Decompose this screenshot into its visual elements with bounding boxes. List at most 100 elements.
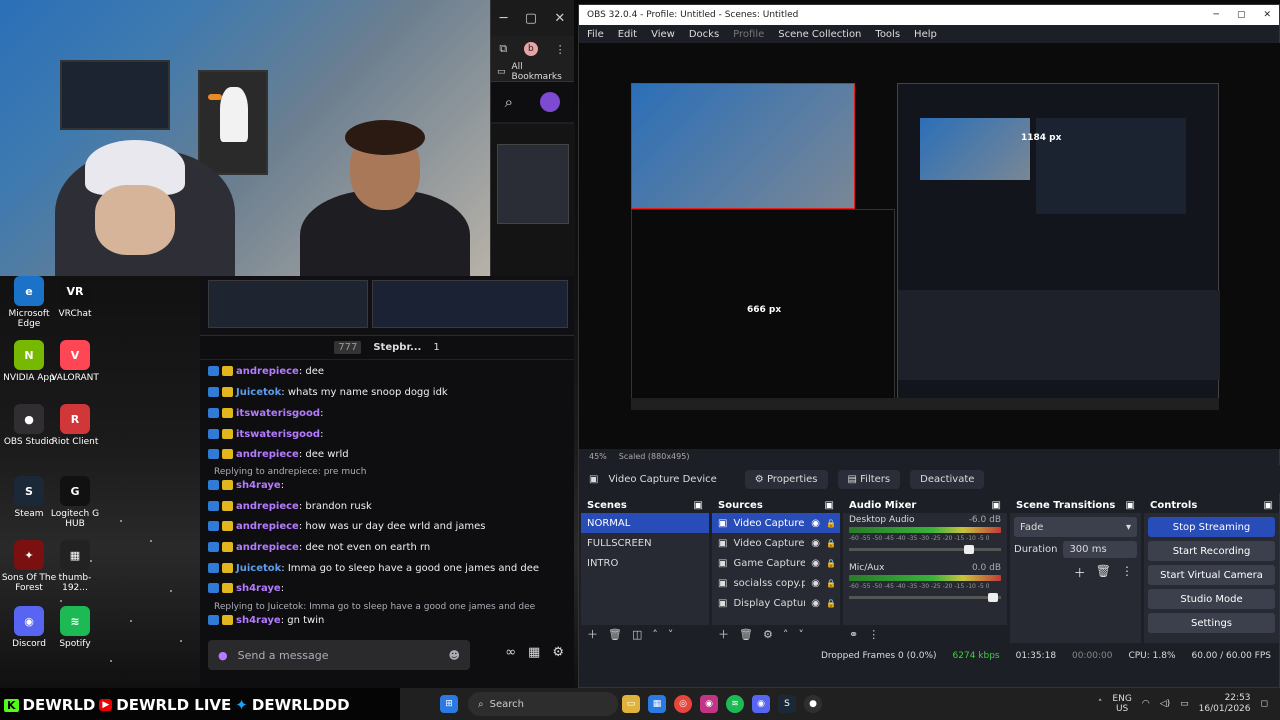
dock-menu-icon[interactable]: ▣ [992,500,1001,511]
start-icon[interactable]: ⊞ [440,695,458,713]
source-item[interactable]: ▣ Video Capture De ◉ 🔒 [712,533,840,553]
chat-username[interactable]: itswaterisgood [236,429,320,440]
chat-username[interactable]: andrepiece [236,449,299,460]
settings-icon[interactable]: ⚙ [552,645,564,660]
extensions-icon[interactable]: ⧉ [499,42,507,56]
all-bookmarks-link[interactable]: All Bookmarks [512,62,574,82]
add-icon[interactable]: ＋ [1074,564,1086,581]
bits-icon[interactable]: ∞ [505,645,516,660]
chat-username[interactable]: andrepiece [236,521,299,532]
dock-menu-icon[interactable]: ▣ [694,500,703,511]
deactivate-button[interactable]: Deactivate [910,469,985,489]
chat-username[interactable]: Juicetok [236,387,281,398]
menu-item[interactable]: Docks [689,29,719,40]
start-recording-button[interactable]: Start Recording [1148,541,1275,561]
discord-icon[interactable]: ◉ [752,695,770,713]
chat-username[interactable]: andrepiece [236,542,299,553]
twitch-profile-icon[interactable] [540,92,561,112]
desktop-icon[interactable]: V VALORANT [46,340,104,383]
steam-icon[interactable]: S [778,695,796,713]
studio-mode-button[interactable]: Studio Mode [1148,589,1275,609]
desktop-icon[interactable]: R Riot Client [46,404,104,447]
scene-item[interactable]: INTRO [581,553,709,573]
lock-icon[interactable]: 🔒 [826,559,836,568]
minimize-icon[interactable]: ─ [500,11,508,26]
lock-icon[interactable]: 🔒 [826,599,836,608]
settings-button[interactable]: Settings [1148,613,1275,633]
mic-icon[interactable]: ● [218,649,228,662]
explorer-icon[interactable]: ▭ [622,695,640,713]
transition-select[interactable]: Fade ▾ [1014,517,1137,537]
store-icon[interactable]: ▦ [528,645,540,660]
volume-slider[interactable] [849,545,1001,554]
scene-item[interactable]: FULLSCREEN [581,533,709,553]
slider-knob[interactable] [987,593,998,602]
profile-avatar[interactable]: b [523,42,538,56]
dock-menu-icon[interactable]: ▣ [1264,500,1273,511]
chat-username[interactable]: sh4raye [236,480,281,491]
notification-icon[interactable]: ◻ [1261,699,1268,709]
menu-item[interactable]: File [587,29,604,40]
lock-icon[interactable]: 🔒 [826,519,836,528]
volume-slider[interactable] [849,593,1001,602]
eye-icon[interactable]: ◉ [811,598,820,609]
desktop-icon[interactable]: G Logitech G HUB [46,476,104,529]
chat-input[interactable]: ● Send a message ☻ [208,640,470,670]
maximize-icon[interactable]: ▢ [1237,10,1246,20]
chat-username[interactable]: andrepiece [236,366,299,377]
volume-icon[interactable]: ◁) [1160,699,1170,709]
chat-username[interactable]: itswaterisgood [236,408,320,419]
chat-username[interactable]: Juicetok [236,563,281,574]
eye-icon[interactable]: ◉ [811,518,820,529]
spotify-icon[interactable]: ≋ [726,695,744,713]
gear-icon[interactable]: ⚙ [763,628,773,641]
chevron-up-icon[interactable]: ˄ [1098,699,1103,709]
close-icon[interactable]: ✕ [554,11,565,26]
scale-mode[interactable]: Scaled (880x495) [619,452,690,461]
zoom-level[interactable]: 45% [589,452,607,461]
chrome-icon[interactable]: ◎ [674,695,692,713]
dock-menu-icon[interactable]: ▣ [825,500,834,511]
start-virtual-camera-button[interactable]: Start Virtual Camera [1148,565,1275,585]
down-icon[interactable]: ˅ [798,628,804,641]
more-menu-icon[interactable]: ⋮ [555,43,566,56]
wifi-icon[interactable]: ◠ [1142,699,1150,709]
chat-username[interactable]: andrepiece [236,501,299,512]
down-icon[interactable]: ˅ [668,628,674,641]
battery-icon[interactable]: ▭ [1180,699,1189,709]
menu-item[interactable]: View [651,29,675,40]
duration-input[interactable]: 300 ms [1063,541,1137,558]
search-icon[interactable]: ⌕ [505,93,513,111]
emote-icon[interactable]: ☻ [449,649,460,662]
stop-streaming-button[interactable]: Stop Streaming [1148,517,1275,537]
more-icon[interactable]: ⋮ [868,628,879,641]
source-item[interactable]: ▣ Display Capture ◉ 🔒 [712,593,840,613]
close-icon[interactable]: ✕ [1263,10,1271,20]
link-icon[interactable]: ⚭ [849,628,858,641]
store-icon[interactable]: ▦ [648,695,666,713]
slider-knob[interactable] [963,545,974,554]
language-indicator[interactable]: ENG US [1112,694,1131,714]
lock-icon[interactable]: 🔒 [826,579,836,588]
source-item[interactable]: ▣ socialss copy.png ◉ 🔒 [712,573,840,593]
scene-item[interactable]: NORMAL [581,513,709,533]
menu-item[interactable]: Scene Collection [778,29,861,40]
eye-icon[interactable]: ◉ [811,538,820,549]
obs-preview[interactable]: 1184 px 666 px [579,43,1280,449]
add-icon[interactable]: ＋ [718,626,729,642]
source-item[interactable]: ▣ Video Capture De ◉ 🔒 [712,513,840,533]
clock[interactable]: 22:53 16/01/2026 [1199,693,1251,715]
selected-source-frame[interactable] [631,83,855,209]
trash-icon[interactable]: 🗑 [608,628,622,641]
maximize-icon[interactable]: ▢ [525,11,537,26]
obs-icon[interactable]: ● [804,695,822,713]
source-item[interactable]: ▣ Game Capture ◉ 🔒 [712,553,840,573]
more-icon[interactable]: ⋮ [1121,564,1133,581]
trash-icon[interactable]: 🗑 [739,628,753,641]
menu-item[interactable]: Help [914,29,937,40]
chat-username[interactable]: sh4raye [236,615,281,626]
chat-username[interactable]: sh4raye [236,583,281,594]
minimize-icon[interactable]: ─ [1214,10,1219,20]
filters-button[interactable]: ▤ Filters [837,469,901,489]
up-icon[interactable]: ˄ [783,628,789,641]
